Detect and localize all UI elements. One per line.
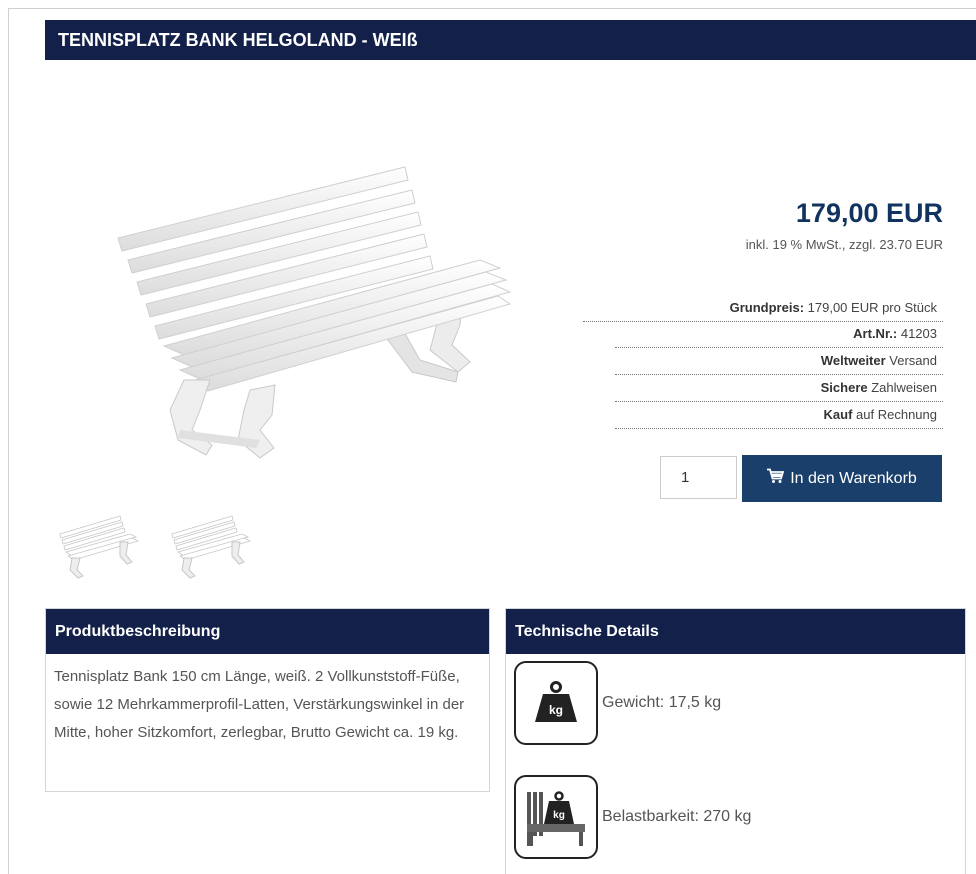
info-row-article-number: Art.Nr.: 41203 [615, 322, 943, 348]
info-row-value: Zahlweisen [867, 380, 937, 395]
product-main-image [60, 110, 560, 490]
quantity-input[interactable] [660, 456, 737, 499]
weight-label: Gewicht: 17,5 kg [602, 694, 722, 711]
add-to-cart-label: In den Warenkorb [790, 469, 917, 487]
product-price: 179,00 EUR [795, 198, 943, 228]
shopping-cart-icon [767, 468, 785, 489]
load-capacity-label: Belastbarkeit: 270 kg [602, 808, 752, 825]
technical-details-panel: Technische Details kg Gewicht: 17,5 kg k… [505, 608, 966, 874]
frame-border-top [8, 8, 976, 9]
tech-item-load: kg Belastbarkeit: 270 kg [514, 775, 751, 859]
tax-note: inkl. 19 % MwSt., zzgl. 23.70 EUR [745, 237, 943, 252]
info-row-label: Kauf [823, 407, 853, 422]
info-row-label: Weltweiter [820, 353, 886, 368]
description-heading: Produktbeschreibung [46, 609, 489, 654]
load-capacity-icon: kg [514, 775, 598, 859]
tech-item-weight: kg Gewicht: 17,5 kg [514, 661, 721, 745]
thumbnail-2[interactable] [162, 500, 262, 585]
description-panel: Produktbeschreibung Tennisplatz Bank 150… [45, 608, 490, 792]
load-icon-text: kg [553, 810, 565, 821]
info-row-value: 179,00 EUR pro Stück [804, 300, 937, 315]
info-row-payment: Sichere Zahlweisen [615, 376, 943, 402]
description-text: Tennisplatz Bank 150 cm Länge, weiß. 2 V… [54, 668, 465, 741]
info-row-label: Art.Nr.: [853, 326, 898, 341]
info-row-label: Grundpreis: [729, 300, 805, 315]
add-to-cart-button[interactable]: In den Warenkorb [742, 455, 942, 502]
info-row-label: Sichere [820, 380, 868, 395]
info-row-shipping: Weltweiter Versand [615, 349, 943, 375]
frame-border-left [8, 8, 9, 874]
info-row-value: 41203 [897, 326, 937, 341]
technical-heading: Technische Details [506, 609, 965, 654]
info-row-invoice: Kauf auf Rechnung [615, 403, 943, 429]
product-title: TENNISPLATZ BANK HELGOLAND - WEIß [45, 20, 976, 60]
weight-icon-text: kg [549, 703, 563, 717]
info-row-value: auf Rechnung [852, 407, 937, 422]
thumbnail-1[interactable] [50, 500, 150, 585]
info-row-base-price: Grundpreis: 179,00 EUR pro Stück [583, 296, 943, 322]
info-row-value: Versand [885, 353, 937, 368]
weight-icon: kg [514, 661, 598, 745]
